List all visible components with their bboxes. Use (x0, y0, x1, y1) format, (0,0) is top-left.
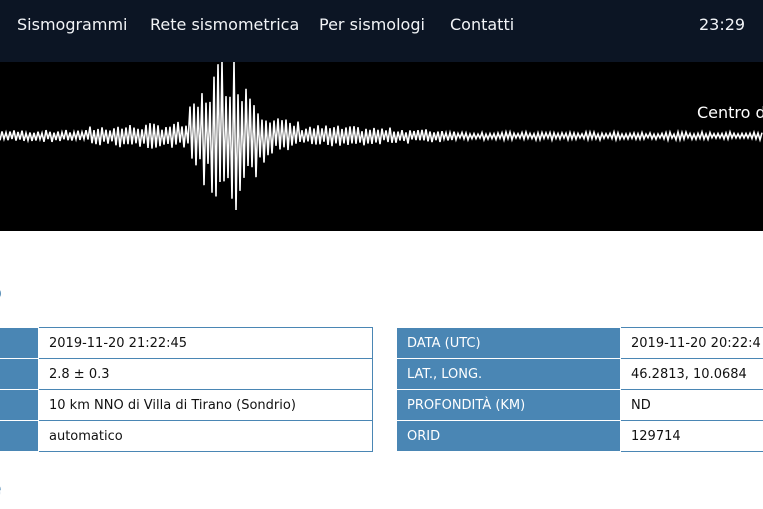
nav-item-sismogrammi[interactable]: Sismogrammi (17, 15, 127, 34)
clock: 23:29 (699, 15, 746, 34)
section-heading-second: e (0, 476, 2, 500)
table-row: ORID 129714 (396, 420, 763, 452)
hero-title: Centro d (697, 103, 763, 122)
event-table-utc: DATA (UTC) 2019-11-20 20:22:4 LAT., LONG… (396, 327, 763, 452)
nav-item-per-sismologi[interactable]: Per sismologi (319, 15, 425, 34)
row-label (0, 358, 39, 390)
table-row: 2019-11-20 21:22:45 (0, 327, 373, 359)
row-label (0, 389, 39, 421)
row-value: 129714 (620, 420, 763, 452)
table-row: LAT., LONG. 46.2813, 10.0684 (396, 358, 763, 390)
row-label: LAT., LONG. (396, 358, 621, 390)
nav-item-contatti[interactable]: Contatti (450, 15, 514, 34)
row-label: PROFONDITÀ (KM) (396, 389, 621, 421)
event-table-local: 2019-11-20 21:22:45 2.8 ± 0.3 10 km NNO … (0, 327, 373, 452)
row-label: DATA (UTC) (396, 327, 621, 359)
top-navbar: Sismogrammi Rete sismometrica Per sismol… (0, 0, 763, 62)
nav-item-rete-sismometrica[interactable]: Rete sismometrica (150, 15, 299, 34)
table-row: 10 km NNO di Villa di Tirano (Sondrio) (0, 389, 373, 421)
seismogram-graphic (0, 62, 763, 211)
row-label: ORID (396, 420, 621, 452)
row-value: 46.2813, 10.0684 (620, 358, 763, 390)
row-label (0, 327, 39, 359)
seismogram-banner: Centro d (0, 62, 763, 231)
seismogram-trace (0, 62, 763, 211)
row-value: 2019-11-20 20:22:4 (620, 327, 763, 359)
row-value: ND (620, 389, 763, 421)
row-label (0, 420, 39, 452)
table-row: automatico (0, 420, 373, 452)
row-value: 10 km NNO di Villa di Tirano (Sondrio) (38, 389, 373, 421)
row-value: automatico (38, 420, 373, 452)
row-value: 2019-11-20 21:22:45 (38, 327, 373, 359)
table-row: 2.8 ± 0.3 (0, 358, 373, 390)
table-row: PROFONDITÀ (KM) ND (396, 389, 763, 421)
row-value: 2.8 ± 0.3 (38, 358, 373, 390)
section-heading-event: o (0, 280, 2, 304)
table-row: DATA (UTC) 2019-11-20 20:22:4 (396, 327, 763, 359)
